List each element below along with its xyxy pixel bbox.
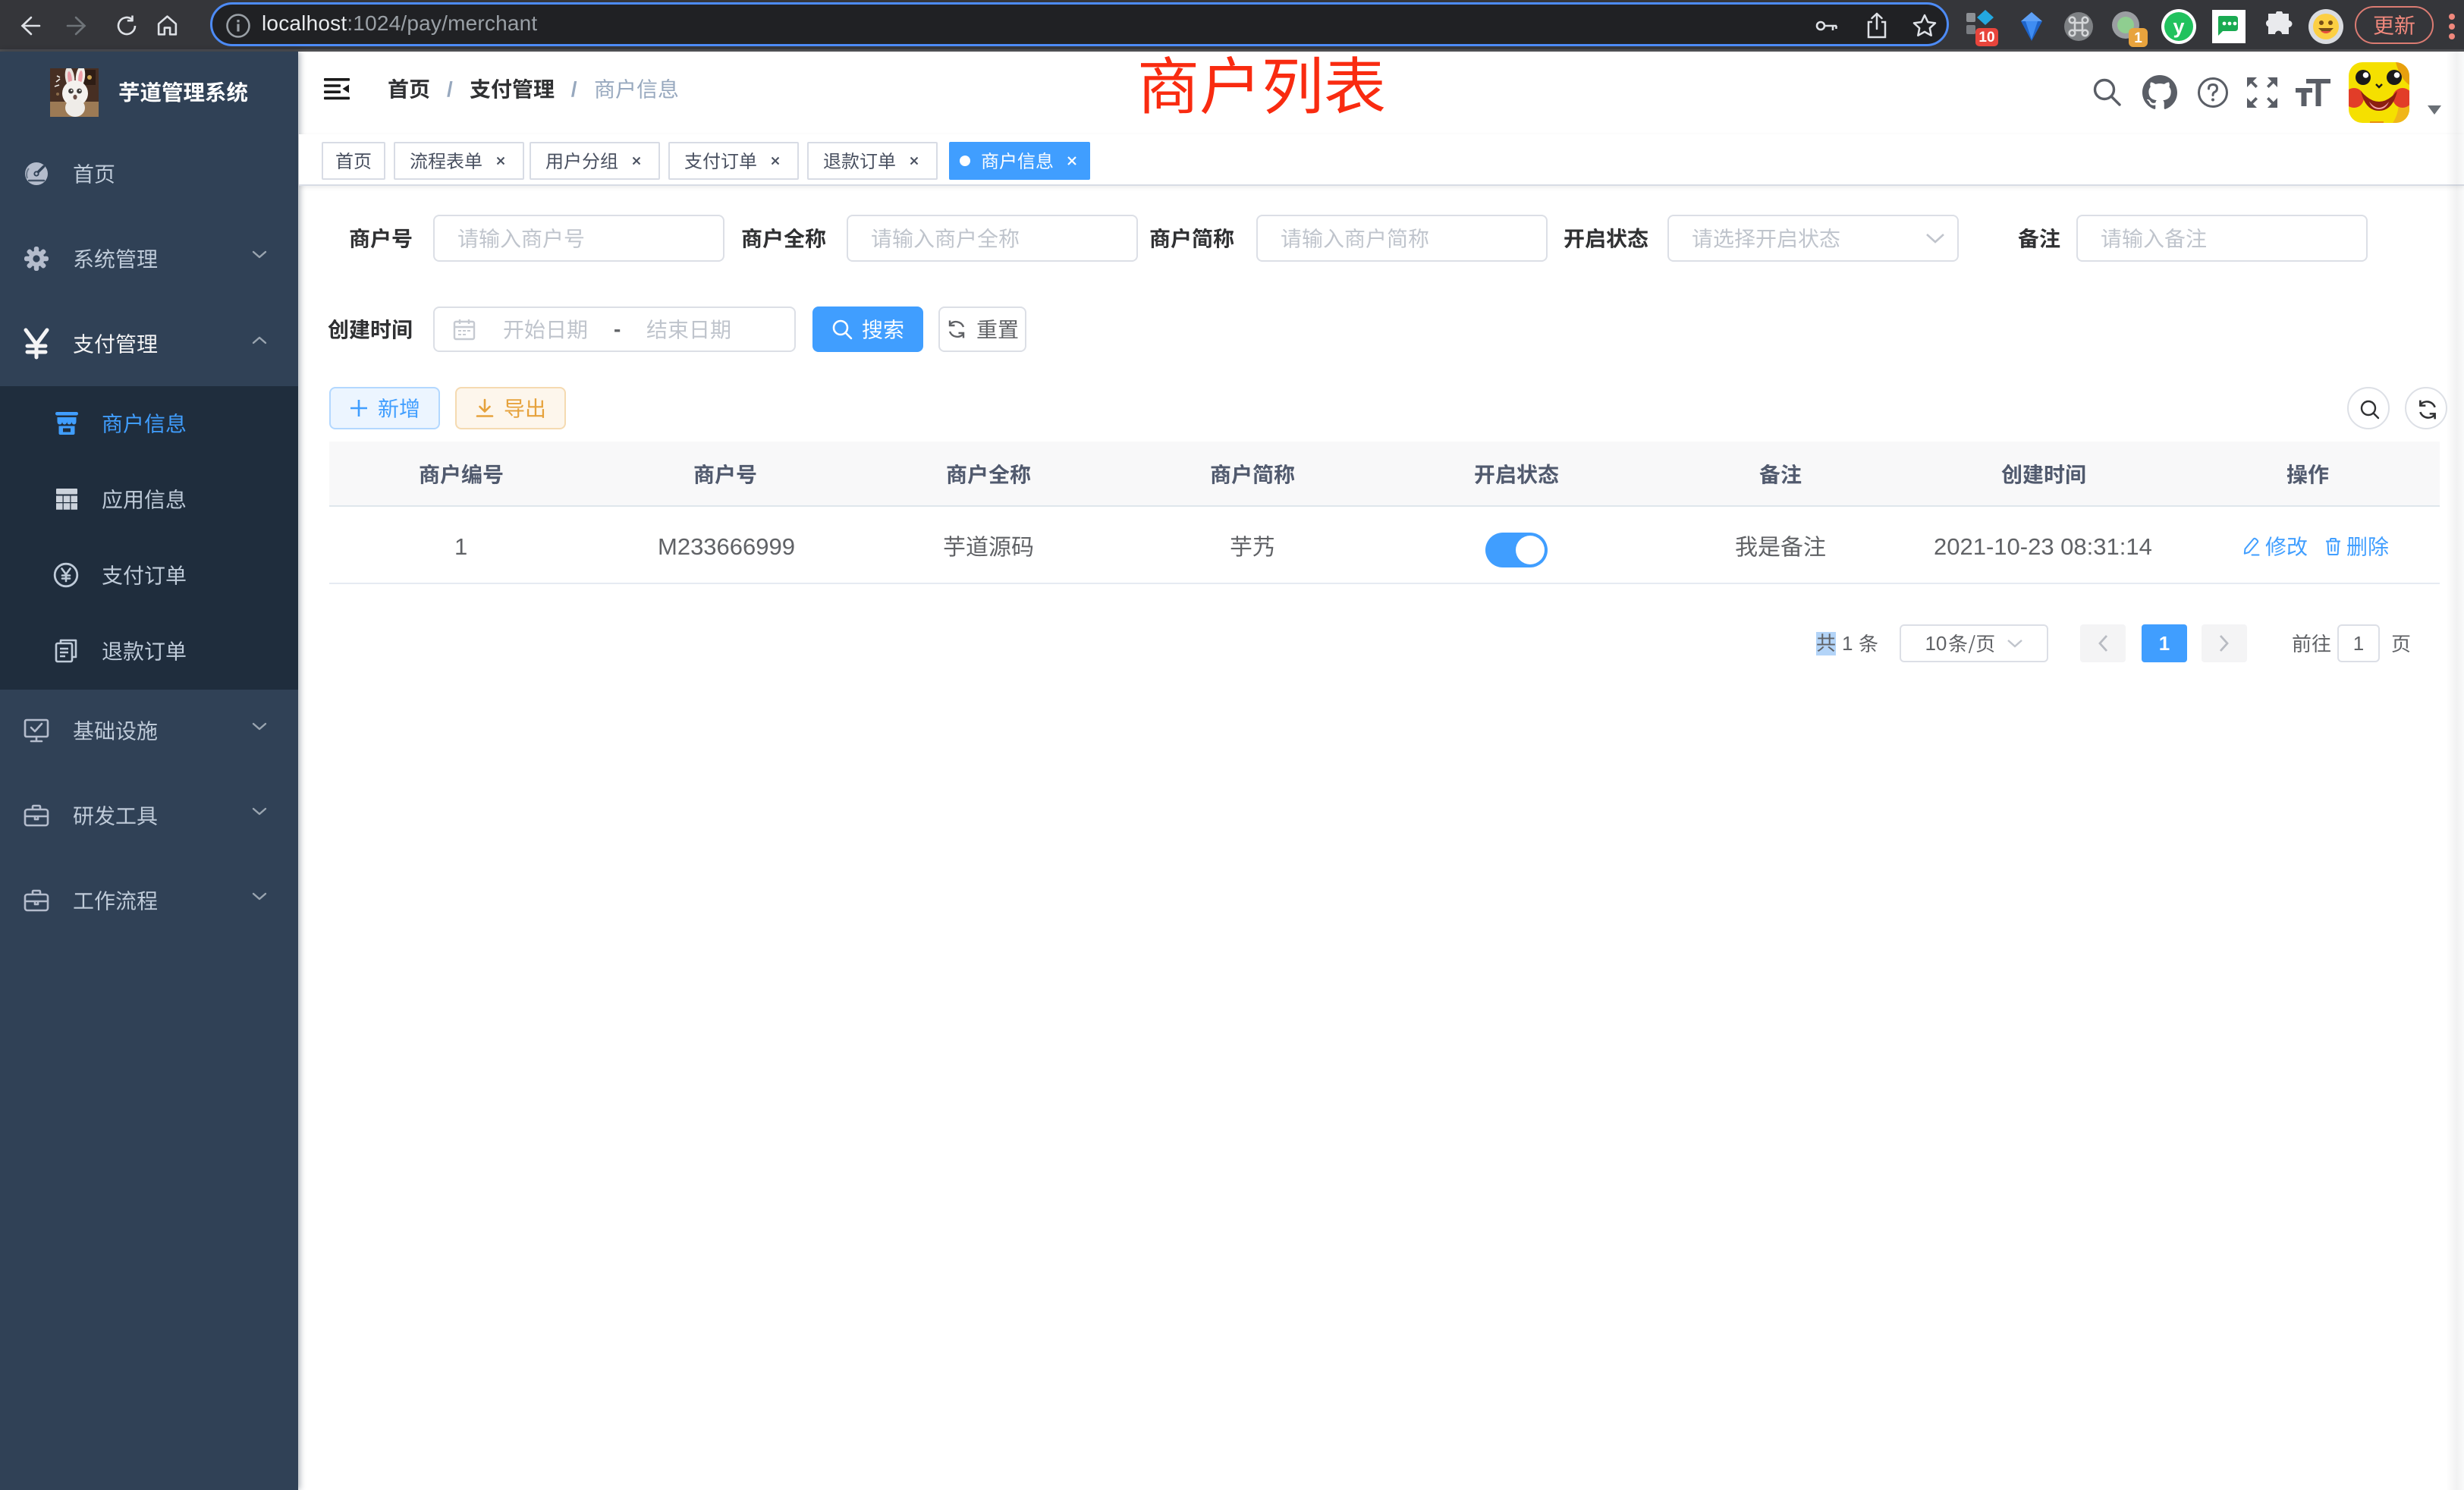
svg-text:1: 1 xyxy=(2134,30,2142,46)
svg-text:y: y xyxy=(2173,15,2184,38)
svg-text:10: 10 xyxy=(1978,30,1994,46)
